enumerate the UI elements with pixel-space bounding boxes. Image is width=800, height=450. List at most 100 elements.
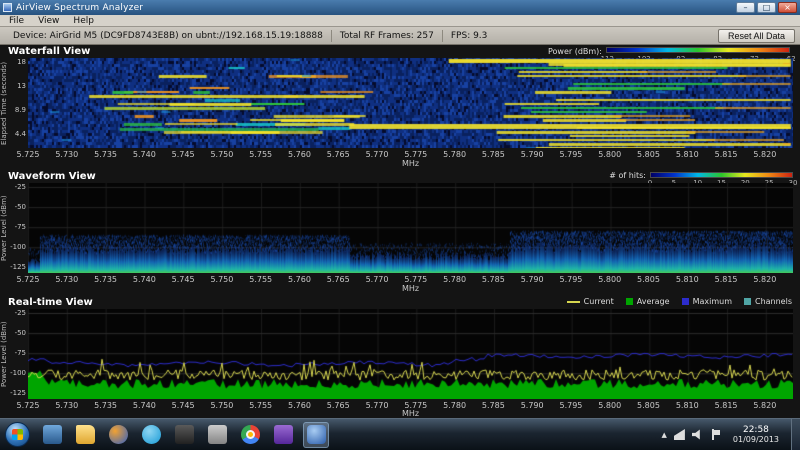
freq-tick-label: 5.785 (478, 150, 508, 158)
maximize-button[interactable]: □ (757, 2, 776, 13)
fps-value: FPS: 9.3 (442, 30, 496, 42)
freq-tick-label: 5.745 (168, 401, 198, 409)
taskbar-explorer-folder-icon[interactable] (72, 422, 98, 448)
app-icon (3, 3, 12, 12)
freq-tick-label: 5.735 (91, 275, 121, 283)
freq-tick-label: 5.740 (129, 275, 159, 283)
freq-tick-label: 5.810 (672, 275, 702, 283)
taskbar-skype-icon[interactable] (138, 422, 164, 448)
menu-item[interactable]: File (2, 16, 31, 26)
legend-swatch (744, 298, 751, 305)
rf-frames-count: Total RF Frames: 257 (331, 30, 442, 42)
network-icon[interactable] (674, 429, 685, 440)
waterfall-x-unit: MHz (28, 159, 793, 168)
realtime-canvas (28, 309, 793, 399)
main-area: Waterfall View Power (dBm): -112-102-92-… (0, 45, 800, 418)
power-level-tick: -100 (10, 369, 26, 377)
start-button[interactable] (5, 422, 30, 447)
waveform-x-unit: MHz (28, 284, 793, 293)
power-colorbar (606, 47, 790, 53)
freq-tick-label: 5.785 (478, 401, 508, 409)
legend-average: Average (626, 297, 670, 306)
freq-tick-label: 5.780 (440, 275, 470, 283)
clock[interactable]: 22:58 01/09/2013 (728, 425, 784, 445)
legend-swatch (682, 298, 689, 305)
show-desktop-button[interactable] (791, 419, 800, 450)
action-center-icon[interactable] (710, 429, 721, 440)
realtime-x-unit: MHz (28, 409, 793, 418)
device-info: Device: AirGrid M5 (DC9FD8743E8B) on ubn… (5, 30, 331, 42)
reset-all-data-button[interactable]: Reset All Data (718, 29, 795, 43)
waveform-canvas (28, 183, 793, 273)
freq-tick-label: 5.810 (672, 401, 702, 409)
menu-item[interactable]: View (31, 16, 66, 26)
waveform-title: Waveform View (8, 171, 96, 182)
elapsed-time-tick: 18 (17, 58, 26, 66)
freq-tick-label: 5.750 (207, 401, 237, 409)
freq-tick-label: 5.815 (711, 401, 741, 409)
power-level-tick: -100 (10, 243, 26, 251)
freq-tick-label: 5.770 (362, 150, 392, 158)
power-level-tick: -75 (15, 349, 26, 357)
freq-tick-label: 5.725 (13, 401, 43, 409)
freq-tick-label: 5.765 (323, 401, 353, 409)
freq-tick-label: 5.775 (401, 401, 431, 409)
waterfall-canvas (28, 58, 793, 148)
taskbar-icon-glyph (43, 425, 62, 444)
freq-tick-label: 5.785 (478, 275, 508, 283)
taskbar-app3-icon[interactable] (204, 422, 230, 448)
freq-tick-label: 5.775 (401, 150, 431, 158)
menubar: FileViewHelp (0, 15, 800, 27)
taskbar-icon-glyph (274, 425, 293, 444)
freq-tick-label: 5.805 (634, 401, 664, 409)
freq-tick-label: 5.755 (246, 150, 276, 158)
waterfall-title: Waterfall View (8, 46, 90, 57)
taskbar-media-player-icon[interactable] (105, 422, 131, 448)
freq-tick-label: 5.790 (517, 401, 547, 409)
legend-swatch (626, 298, 633, 305)
waveform-y-axis: -25-50-75-100-125 (8, 183, 26, 271)
taskbar-airview-app-icon[interactable] (303, 422, 329, 448)
legend-current: Current (567, 297, 614, 306)
power-level-tick: -75 (15, 223, 26, 231)
taskbar-icon-glyph (109, 425, 128, 444)
clock-time: 22:58 (743, 425, 769, 435)
waveform-x-axis: 5.7255.7305.7355.7405.7455.7505.7555.760… (13, 275, 780, 283)
tray-expand-icon[interactable]: ▲ (662, 431, 667, 439)
freq-tick-label: 5.820 (750, 275, 780, 283)
taskbar-app4-icon[interactable] (270, 422, 296, 448)
freq-tick-label: 5.735 (91, 150, 121, 158)
taskbar-app1-icon[interactable] (39, 422, 65, 448)
elapsed-time-tick: 8.9 (15, 106, 26, 114)
freq-tick-label: 5.795 (556, 401, 586, 409)
freq-tick-label: 5.815 (711, 275, 741, 283)
freq-tick-label: 5.740 (129, 150, 159, 158)
clock-date: 01/09/2013 (733, 435, 779, 444)
realtime-y-axis: -25-50-75-100-125 (8, 309, 26, 397)
power-level-tick: -25 (15, 309, 26, 317)
freq-tick-label: 5.800 (595, 150, 625, 158)
taskbar-chrome-icon[interactable] (237, 422, 263, 448)
freq-tick-label: 5.760 (284, 275, 314, 283)
freq-tick-label: 5.790 (517, 275, 547, 283)
menu-item[interactable]: Help (66, 16, 101, 26)
freq-tick-label: 5.775 (401, 275, 431, 283)
close-button[interactable]: × (778, 2, 797, 13)
taskbar-icons (39, 422, 329, 448)
realtime-x-axis: 5.7255.7305.7355.7405.7455.7505.7555.760… (13, 401, 780, 409)
freq-tick-label: 5.755 (246, 275, 276, 283)
taskbar-app2-icon[interactable] (171, 422, 197, 448)
legend-label: Average (637, 297, 670, 306)
elapsed-time-tick: 13 (17, 82, 26, 90)
minimize-button[interactable]: – (736, 2, 755, 13)
legend-label: Current (584, 297, 614, 306)
legend-label: Maximum (693, 297, 732, 306)
legend-maximum: Maximum (682, 297, 732, 306)
window-controls: –□× (736, 2, 797, 13)
power-level-tick: -125 (10, 389, 26, 397)
freq-tick-label: 5.770 (362, 401, 392, 409)
freq-tick-label: 5.800 (595, 275, 625, 283)
freq-tick-label: 5.760 (284, 401, 314, 409)
volume-icon[interactable] (692, 429, 703, 440)
taskbar: ▲ 22:58 01/09/2013 (0, 418, 800, 450)
